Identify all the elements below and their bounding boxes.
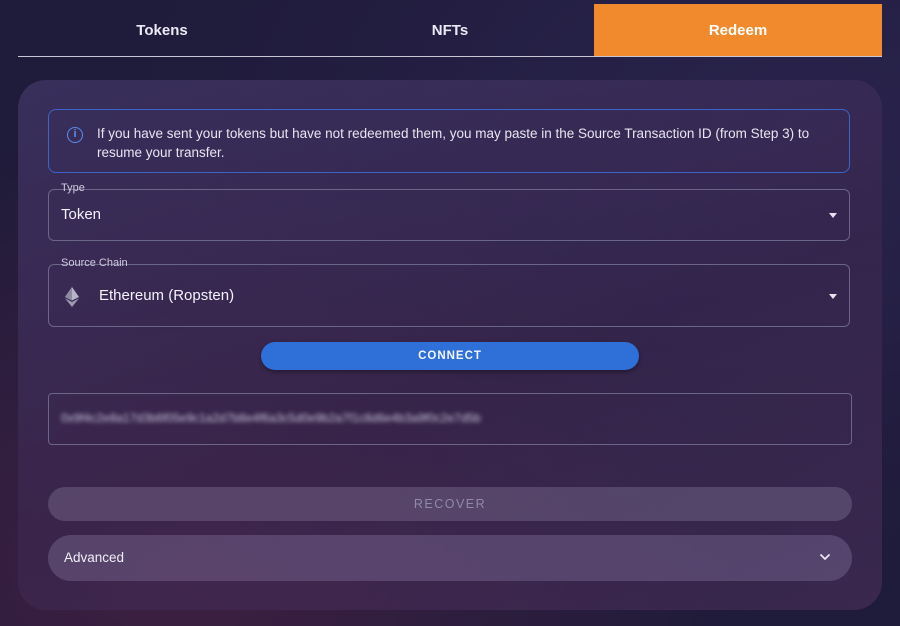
source-chain-select[interactable]: Source Chain Ethereum (Ropsten) [48,257,850,327]
type-select[interactable]: Type Token [48,182,850,241]
type-label: Type [61,182,85,194]
info-alert: i If you have sent your tokens but have … [48,109,850,173]
redeem-card: i If you have sent your tokens but have … [18,80,882,610]
connect-button[interactable]: CONNECT [261,342,639,370]
transaction-id-input[interactable]: 0x9f4c2e8a17d3b6f05e9c1a2d7b8e4f6a3c5d0e… [48,393,852,445]
source-chain-label: Source Chain [61,257,128,269]
advanced-label: Advanced [64,550,125,565]
tab-redeem[interactable]: Redeem [594,4,882,56]
info-icon: i [67,127,83,143]
chevron-down-icon [820,554,830,560]
tab-bar: Tokens NFTs Redeem [18,4,882,57]
advanced-accordion[interactable]: Advanced [48,535,852,581]
ethereum-icon [65,287,79,307]
tab-tokens[interactable]: Tokens [18,4,306,56]
type-value: Token [61,206,102,223]
recover-button[interactable]: RECOVER [48,487,852,521]
transaction-id-value: 0x9f4c2e8a17d3b6f05e9c1a2d7b8e4f6a3c5d0e… [61,411,481,425]
tab-nfts[interactable]: NFTs [306,4,594,56]
dropdown-arrow-icon [829,294,837,299]
dropdown-arrow-icon [829,213,837,218]
info-text: If you have sent your tokens but have no… [97,126,810,160]
source-chain-value: Ethereum (Ropsten) [99,287,235,304]
